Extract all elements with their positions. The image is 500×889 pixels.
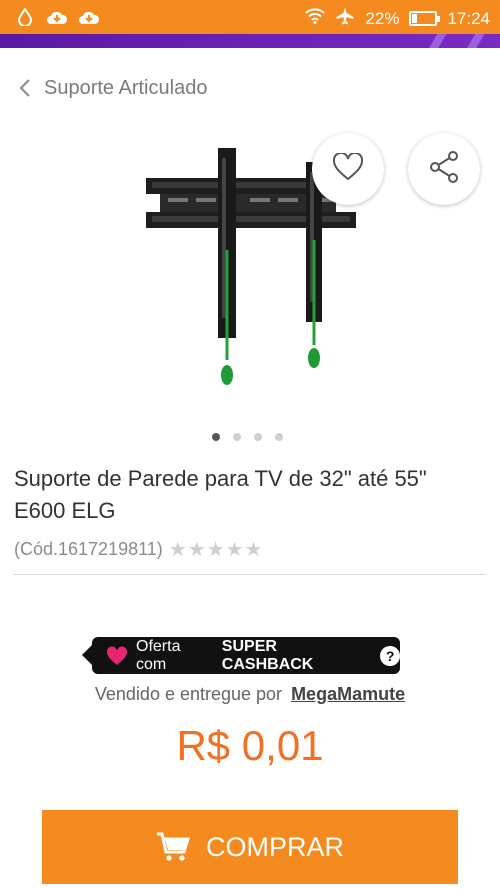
heart-icon: [106, 645, 128, 666]
clock: 17:24: [447, 8, 490, 28]
notification-icons: [14, 7, 100, 27]
drop-icon: [14, 7, 36, 27]
cloud-download-icon: [46, 7, 68, 27]
super-cashback-badge[interactable]: Oferta com SUPER CASHBACK ?: [82, 637, 400, 674]
product-title: Suporte de Parede para TV de 32" até 55"…: [14, 466, 427, 523]
share-button[interactable]: [408, 133, 480, 205]
offer-prefix: Oferta com: [136, 637, 181, 673]
back-navigation[interactable]: Suporte Articulado: [14, 74, 207, 102]
product-price: R$ 0,01: [176, 722, 324, 769]
seller-prefix: Vendido e entregue por: [94, 684, 283, 704]
heart-icon: [332, 151, 364, 186]
seller-link[interactable]: MegaMamute: [291, 684, 405, 704]
cart-icon: [156, 832, 190, 862]
carousel-dot[interactable]: [212, 433, 220, 441]
chevron-left-icon[interactable]: [14, 77, 36, 99]
offer-highlight: SUPER CASHBACK: [221, 637, 314, 673]
favorite-button[interactable]: [312, 133, 384, 205]
share-icon: [428, 150, 460, 189]
buy-button-label: COMPRAR: [205, 831, 344, 862]
divider: [14, 574, 486, 575]
promo-banner-strip[interactable]: [0, 34, 500, 48]
product-code: (Cód.1617219811): [14, 539, 163, 559]
product-meta: (Cód.1617219811) ★★★★★: [14, 537, 263, 562]
system-status: 22% 17:24: [305, 6, 490, 31]
image-carousel-indicator[interactable]: [212, 433, 283, 441]
buy-button[interactable]: COMPRAR: [42, 810, 458, 884]
banner-decoration: [422, 34, 450, 48]
battery-icon: [409, 11, 441, 26]
battery-percent: 22%: [365, 8, 400, 28]
wifi-icon: [305, 8, 326, 29]
battery-level: [412, 14, 418, 23]
cloud-download-icon: [78, 7, 100, 27]
airplane-icon: [335, 6, 355, 31]
carousel-dot[interactable]: [233, 433, 241, 441]
rating-stars[interactable]: ★★★★★: [169, 537, 264, 562]
banner-decoration: [460, 34, 488, 48]
page-title: Suporte Articulado: [44, 76, 208, 99]
help-icon[interactable]: ?: [380, 645, 400, 666]
carousel-dot[interactable]: [275, 433, 283, 441]
carousel-dot[interactable]: [254, 433, 262, 441]
seller-info: Vendido e entregue por MegaMamute: [0, 684, 500, 705]
status-bar: 22% 17:24: [0, 0, 500, 34]
